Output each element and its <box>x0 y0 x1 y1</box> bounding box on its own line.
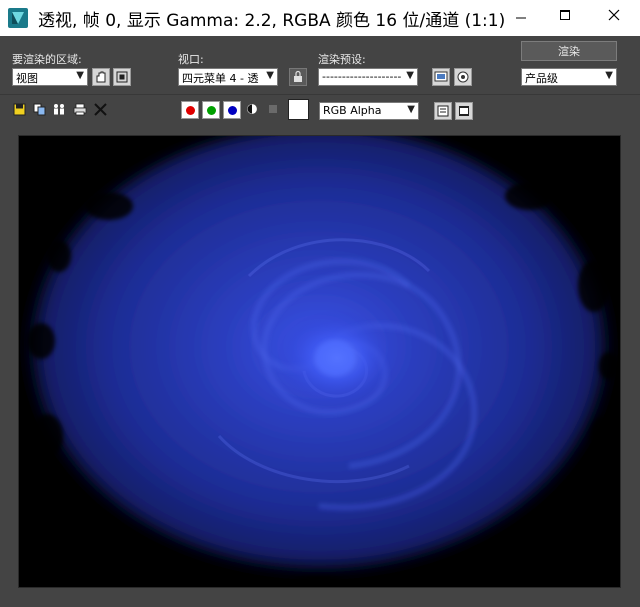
copy-image-button[interactable] <box>32 102 46 116</box>
title-bar: 透视, 帧 0, 显示 Gamma: 2.2, RGBA 颜色 16 位/通道 … <box>0 0 640 36</box>
area-to-render-dropdown[interactable]: 视图 ▼ <box>12 68 88 86</box>
chevron-down-icon: ▼ <box>406 70 414 81</box>
monochrome-icon <box>269 105 277 113</box>
render-button[interactable]: 渲染 <box>521 41 617 61</box>
render-quality-value: 产品级 <box>525 72 558 85</box>
save-image-icon <box>13 103 25 115</box>
green-channel-dot <box>206 105 216 115</box>
toggle-ui-overlay-button[interactable] <box>434 102 452 120</box>
red-channel-toggle[interactable] <box>181 101 199 119</box>
toggle-ui-button[interactable] <box>455 102 473 120</box>
clone-window-icon <box>54 103 64 114</box>
print-button[interactable] <box>73 102 87 116</box>
render-preset-dropdown[interactable]: -------------------- ▼ <box>318 68 418 86</box>
window-title: 透视, 帧 0, 显示 Gamma: 2.2, RGBA 颜色 16 位/通道 … <box>38 11 506 31</box>
clear-button[interactable] <box>93 102 107 116</box>
vortex-render-image <box>19 136 620 587</box>
viewport-label: 视口: <box>178 53 204 66</box>
maximize-button[interactable] <box>543 0 587 30</box>
lock-icon <box>294 70 302 82</box>
minimize-button[interactable] <box>499 0 543 30</box>
toggle-ui-icon <box>459 106 469 116</box>
viewport-value: 四元菜单 4 - 透 <box>182 72 259 85</box>
hand-icon <box>96 71 106 83</box>
chevron-down-icon: ▼ <box>407 104 415 115</box>
render-setup-icon <box>434 71 448 82</box>
blue-channel-dot <box>227 105 237 115</box>
viewport-dropdown[interactable]: 四元菜单 4 - 透 ▼ <box>178 68 278 86</box>
copy-image-icon <box>33 103 45 115</box>
green-channel-toggle[interactable] <box>202 101 220 119</box>
clear-icon <box>93 102 107 116</box>
rendered-image-viewport[interactable] <box>18 135 621 588</box>
3ds-max-logo-icon <box>8 8 28 28</box>
maximize-icon <box>560 10 570 20</box>
overlay-icon <box>437 105 449 117</box>
red-channel-dot <box>185 105 195 115</box>
area-to-render-value: 视图 <box>16 72 38 85</box>
alpha-channel-toggle[interactable] <box>245 102 259 116</box>
chevron-down-icon: ▼ <box>266 70 274 81</box>
minimize-icon <box>516 17 526 19</box>
monochrome-toggle[interactable] <box>266 102 280 116</box>
divider <box>0 94 640 95</box>
render-preset-label: 渲染预设: <box>318 53 366 66</box>
teapot-icon <box>457 71 469 83</box>
area-to-render-label: 要渲染的区域: <box>12 53 82 66</box>
display-channel-dropdown[interactable]: RGB Alpha ▼ <box>319 102 419 120</box>
alpha-channel-icon <box>247 104 257 114</box>
environment-button[interactable] <box>454 68 472 86</box>
close-button[interactable] <box>587 0 640 30</box>
print-icon <box>73 103 87 115</box>
edit-region-button[interactable] <box>92 68 110 86</box>
close-icon <box>608 9 619 21</box>
blue-channel-toggle[interactable] <box>223 101 241 119</box>
chevron-down-icon: ▼ <box>605 70 613 81</box>
render-controls-panel: 要渲染的区域: 视口: 渲染预设: 渲染 视图 ▼ 四元菜单 4 - 透 ▼ -… <box>0 36 640 126</box>
save-image-button[interactable] <box>12 102 26 116</box>
chevron-down-icon: ▼ <box>76 70 84 81</box>
color-swatch[interactable] <box>288 99 309 120</box>
lock-viewport-button[interactable] <box>289 68 307 86</box>
clone-window-button[interactable] <box>52 102 66 116</box>
region-select-icon <box>116 71 128 83</box>
display-channel-value: RGB Alpha <box>323 104 382 117</box>
render-setup-button[interactable] <box>432 68 450 86</box>
render-quality-dropdown[interactable]: 产品级 ▼ <box>521 68 617 86</box>
render-preset-value: -------------------- <box>322 70 402 83</box>
auto-region-button[interactable] <box>113 68 131 86</box>
